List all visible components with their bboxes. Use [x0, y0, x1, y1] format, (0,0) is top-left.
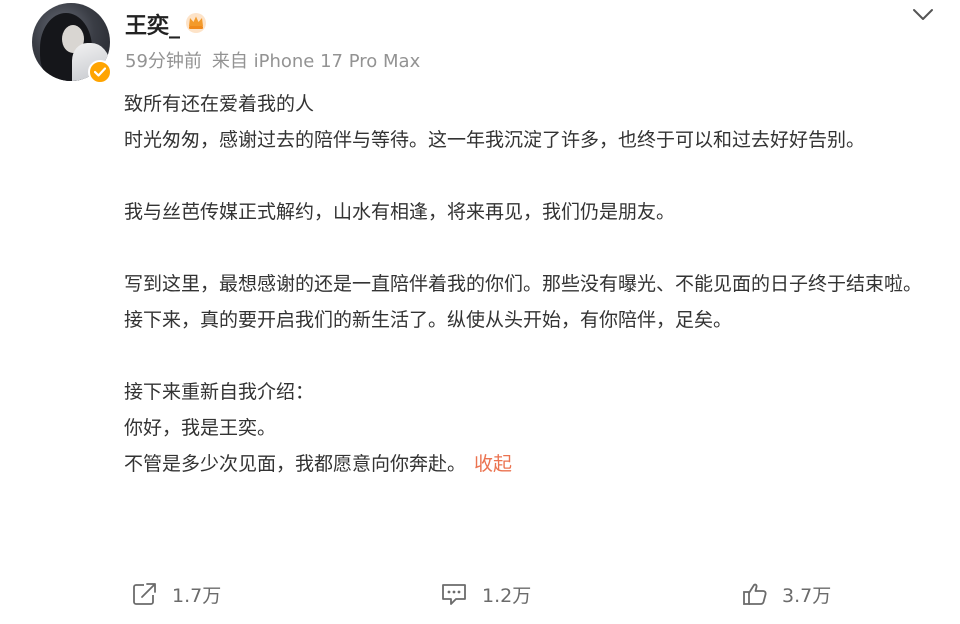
post-body: 致所有还在爱着我的人 时光匆匆，感谢过去的陪伴与等待。这一年我沉淀了许多，也终于… [124, 86, 944, 482]
like-button[interactable]: 3.7万 [742, 576, 831, 612]
post-line-blank [124, 338, 944, 374]
post-line: 写到这里，最想感谢的还是一直陪伴着我的你们。那些没有曝光、不能见面的日子终于结束… [124, 273, 923, 295]
repost-icon [133, 583, 156, 605]
verified-badge-icon [88, 60, 112, 84]
post-line: 时光匆匆，感谢过去的陪伴与等待。这一年我沉淀了许多，也终于可以和过去好好告别。 [124, 129, 866, 151]
post-line: 你好，我是王奕。 [124, 417, 277, 439]
post-line: 接下来，真的要开启我们的新生活了。纵使从头开始，有你陪伴，足矣。 [124, 309, 733, 331]
post-line: 我与丝芭传媒正式解约，山水有相逢，将来再见，我们仍是朋友。 [124, 201, 676, 223]
like-count: 3.7万 [782, 584, 832, 607]
crown-icon [186, 13, 206, 33]
action-bar: 1.7万 1.2万 3.7万 [0, 576, 960, 612]
collapse-link[interactable]: 收起 [474, 453, 512, 475]
post-line-blank [124, 230, 944, 266]
post-line-blank [124, 158, 944, 194]
username[interactable]: 王奕_ [125, 8, 180, 40]
post-line-last: 不管是多少次见面，我都愿意向你奔赴。 收起 [124, 446, 944, 482]
weibo-post-card: 王奕_ 59分钟前 来自 iPhone 17 Pro Max 致所有还在爱着我的人… [0, 0, 960, 624]
comment-count: 1.2万 [482, 584, 532, 607]
post-time[interactable]: 59分钟前 [125, 51, 202, 72]
thumbs-up-icon [743, 583, 767, 605]
comment-icon [442, 584, 466, 605]
post-meta: 59分钟前 来自 iPhone 17 Pro Max [125, 47, 420, 73]
post-line-text: 不管是多少次见面，我都愿意向你奔赴。 [124, 453, 467, 475]
post-line: 接下来重新自我介绍： [124, 381, 315, 403]
repost-button[interactable]: 1.7万 [132, 576, 221, 612]
post-source[interactable]: 来自 iPhone 17 Pro Max [212, 51, 420, 72]
comment-button[interactable]: 1.2万 [440, 576, 531, 612]
chevron-down-icon[interactable] [912, 8, 934, 22]
repost-count: 1.7万 [172, 584, 222, 607]
post-line: 致所有还在爱着我的人 [124, 93, 315, 115]
